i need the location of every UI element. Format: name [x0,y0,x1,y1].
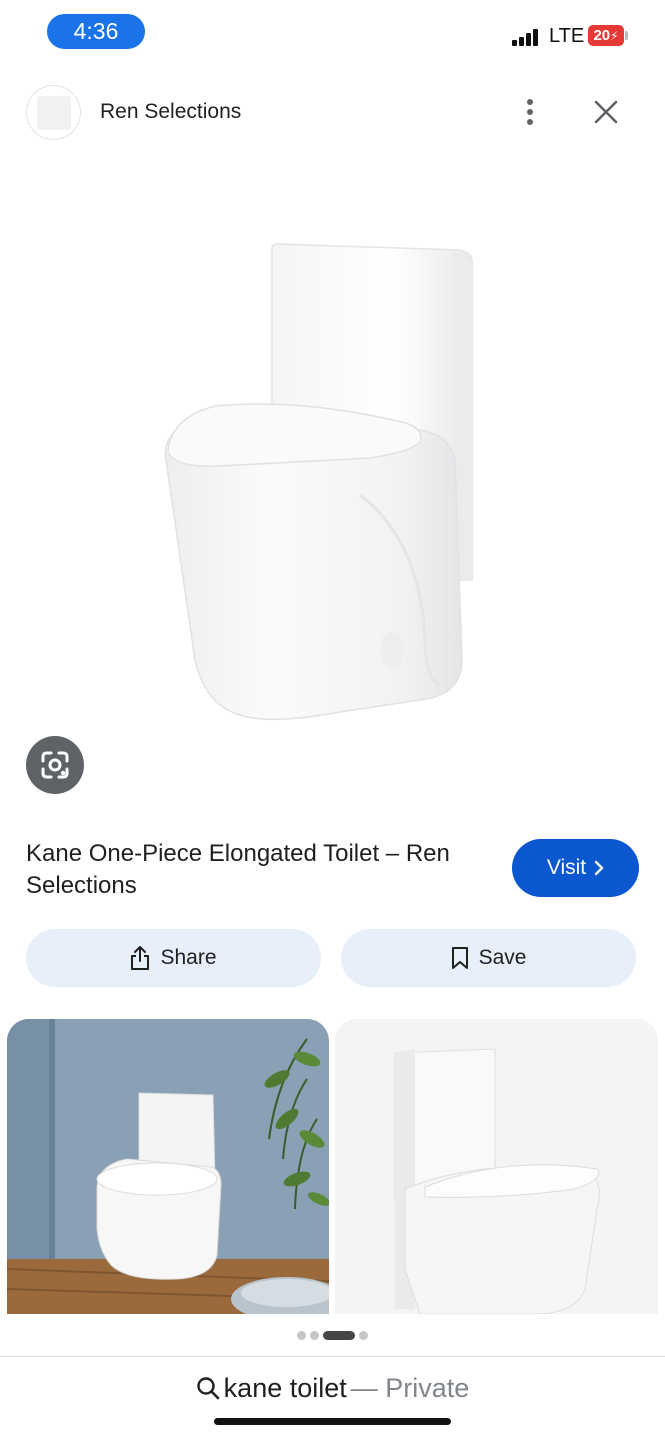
bathroom-scene-image [7,1019,329,1314]
visit-button[interactable]: Visit [512,839,639,897]
share-label: Share [160,946,217,969]
site-name[interactable]: Ren Selections [100,100,241,124]
status-bar: 4:36 LTE 20 ⚡ [0,0,665,64]
carousel-dot [323,1330,355,1340]
visit-label: Visit [546,856,587,879]
network-type: LTE [549,25,585,47]
carousel-dot [297,1330,306,1340]
google-lens-button[interactable] [26,736,84,794]
save-button[interactable]: Save [341,929,636,987]
search-query-bar[interactable]: kane toilet — Private [0,1368,665,1408]
battery-cap [625,31,628,40]
save-label: Save [478,946,527,969]
close-icon [594,100,618,124]
privacy-label: — Private [350,1372,470,1403]
site-logo-placeholder [36,95,71,130]
toilet-illustration [164,243,473,721]
battery-icon: 20 ⚡ [588,25,624,46]
status-time: 4:36 [47,14,145,49]
bookmark-icon [451,947,468,969]
share-icon [131,946,150,970]
toilet-side-view-image [335,1019,658,1314]
related-images [7,1019,658,1314]
chevron-right-icon [594,860,604,876]
close-button[interactable] [588,94,624,130]
share-button[interactable]: Share [26,929,321,987]
divider [0,1356,665,1357]
product-title[interactable]: Kane One-Piece Elongated Toilet – Ren Se… [26,838,466,902]
home-indicator[interactable] [214,1418,451,1425]
site-logo[interactable] [26,85,81,140]
signal-icon [512,28,542,46]
related-image-1[interactable] [7,1019,329,1314]
related-image-2[interactable] [335,1019,658,1314]
battery-level: 20 [593,27,611,44]
search-icon [196,1377,219,1400]
google-lens-icon [41,751,69,779]
more-vert-icon [527,99,533,125]
more-options-button[interactable] [512,94,548,130]
product-image[interactable] [0,160,665,810]
carousel-dot [359,1330,368,1340]
carousel-indicator [0,1330,665,1340]
header: Ren Selections [0,80,665,144]
search-query: kane toilet [223,1372,347,1403]
carousel-dot [310,1330,319,1340]
